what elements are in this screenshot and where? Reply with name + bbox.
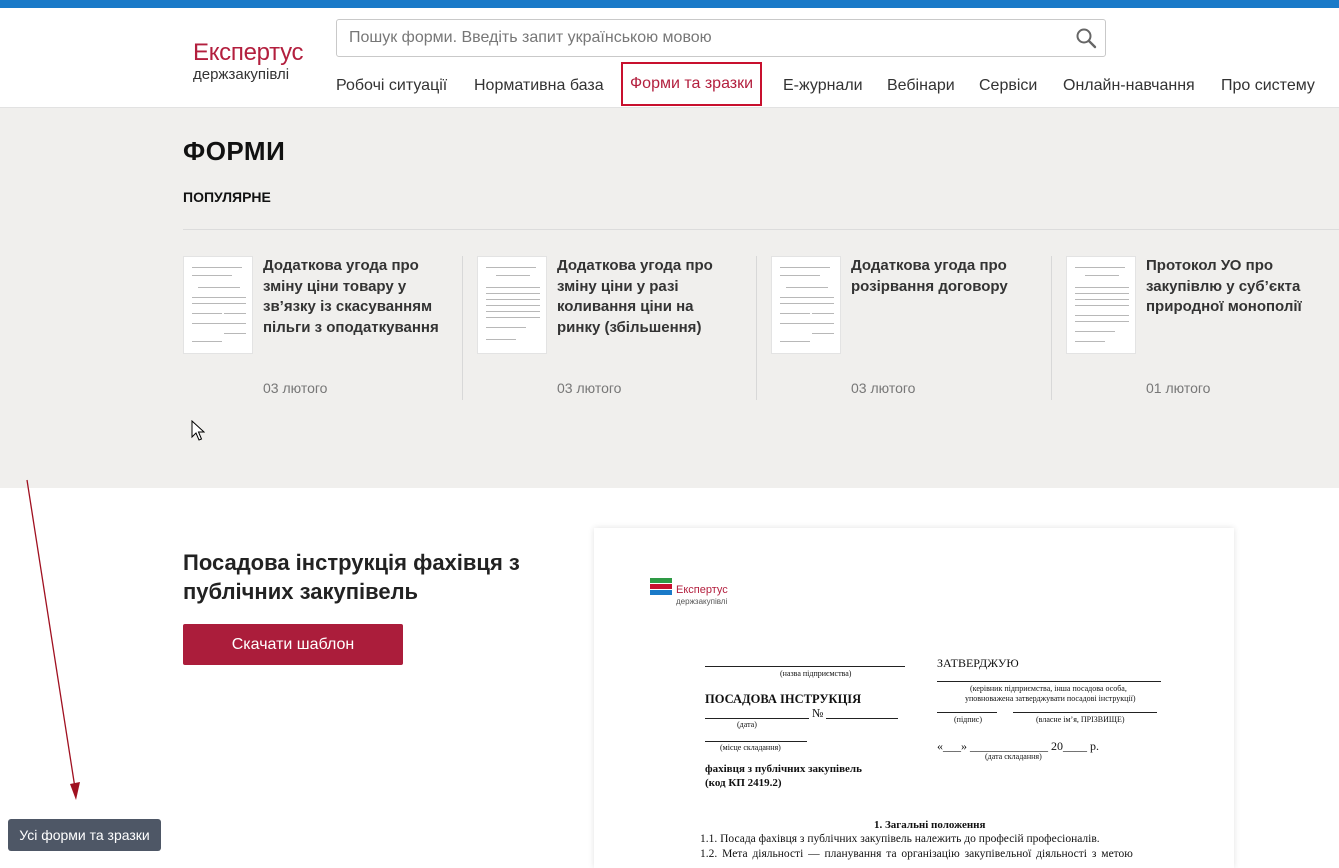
approve-label: ЗАТВЕРДЖУЮ xyxy=(937,656,1019,670)
paragraph-1-1: 1.1. Посада фахівця з публічних закупіве… xyxy=(700,833,1100,845)
position-code: (код КП 2419.2) xyxy=(705,777,782,789)
number-sign: № xyxy=(812,706,824,720)
place-line xyxy=(705,741,807,742)
company-caption: (назва підприємства) xyxy=(780,669,852,678)
preview-logo-sub: держзакупівлі xyxy=(676,597,728,606)
cards-top-divider xyxy=(183,229,1339,230)
preview-logo-main: Експертус xyxy=(676,584,728,596)
name-caption: (власне ім’я, ПРІЗВИЩЕ) xyxy=(1036,715,1125,724)
form-card-title[interactable]: Додаткова угода про зміну ціни товару у … xyxy=(263,256,443,338)
nav-item-about-system[interactable]: Про систему xyxy=(1221,64,1315,108)
form-card-date: 03 лютого xyxy=(557,380,622,396)
signature-caption: (підпис) xyxy=(954,715,983,724)
form-thumbnail[interactable] xyxy=(771,256,841,354)
name-line xyxy=(1013,712,1157,713)
form-card[interactable]: Протокол УО про закупівлю у суб’єкта при… xyxy=(1066,256,1336,400)
date-line xyxy=(705,718,809,719)
form-card-date: 03 лютого xyxy=(263,380,328,396)
form-thumbnail[interactable] xyxy=(1066,256,1136,354)
form-card-date: 03 лютого xyxy=(851,380,916,396)
signature-line xyxy=(937,712,997,713)
section-heading: 1. Загальні положення xyxy=(874,819,986,831)
mouse-cursor-icon xyxy=(191,420,205,441)
card-divider xyxy=(462,256,463,400)
form-thumbnail[interactable] xyxy=(477,256,547,354)
search-icon[interactable] xyxy=(1075,27,1097,49)
form-thumbnail[interactable] xyxy=(183,256,253,354)
annotation-arrow-icon xyxy=(26,479,80,800)
form-card[interactable]: Додаткова угода про розірвання договору … xyxy=(771,256,1041,400)
card-divider xyxy=(1051,256,1052,400)
date-caption: (дата) xyxy=(737,720,757,729)
number-line xyxy=(826,718,898,719)
form-card-title[interactable]: Протокол УО про закупівлю у суб’єкта при… xyxy=(1146,256,1326,318)
logo-sub-text: держзакупівлі xyxy=(193,66,290,83)
document-preview: Експертус держзакупівлі (назва підприємс… xyxy=(594,528,1234,868)
company-line xyxy=(705,666,905,667)
download-template-button[interactable]: Скачати шаблон xyxy=(183,624,403,665)
place-caption: (місце складання) xyxy=(720,743,781,752)
document-title: Посадова інструкція фахівця з публічних … xyxy=(183,550,520,604)
forms-heading: ФОРМИ xyxy=(183,136,286,166)
nav-item-webinars[interactable]: Вебінари xyxy=(887,64,955,108)
form-card[interactable]: Додаткова угода про зміну ціни товару у … xyxy=(183,256,453,400)
position-title: фахівця з публічних закупівель xyxy=(705,763,862,775)
paragraph-1-2: 1.2. Мета діяльності — планування та орг… xyxy=(700,848,1133,860)
date-compiled-caption: (дата складання) xyxy=(985,752,1042,761)
logo-main-text: Експертус xyxy=(193,39,304,66)
site-header: Експертус держзакупівлі Робочі ситуації … xyxy=(0,8,1339,108)
head-caption-2: уповноважена затверджувати посадові інст… xyxy=(965,694,1136,703)
nav-item-e-journals[interactable]: Е-журнали xyxy=(783,64,863,108)
popular-heading: ПОПУЛЯРНЕ xyxy=(183,189,271,205)
head-line xyxy=(937,681,1161,682)
nav-item-regulatory-base[interactable]: Нормативна база xyxy=(474,64,604,108)
all-forms-button[interactable]: Усі форми та зразки xyxy=(8,819,161,851)
form-card-title[interactable]: Додаткова угода про зміну ціни у разі ко… xyxy=(557,256,737,338)
form-card-date: 01 лютого xyxy=(1146,380,1211,396)
form-card[interactable]: Додаткова угода про зміну ціни у разі ко… xyxy=(477,256,747,400)
search-box xyxy=(336,19,1106,57)
nav-item-services[interactable]: Сервіси xyxy=(979,64,1037,108)
card-divider xyxy=(756,256,757,400)
head-caption-1: (керівник підприємства, інша посадова ос… xyxy=(970,684,1127,693)
nav-item-online-learning[interactable]: Онлайн-навчання xyxy=(1063,64,1195,108)
form-card-title[interactable]: Додаткова угода про розірвання договору xyxy=(851,256,1031,297)
search-input[interactable] xyxy=(349,28,1049,48)
doc-name: ПОСАДОВА ІНСТРУКЦІЯ xyxy=(705,692,862,706)
nav-item-forms-and-samples[interactable]: Форми та зразки xyxy=(621,62,763,106)
site-logo[interactable]: Експертус держзакупівлі xyxy=(193,40,308,84)
nav-item-work-situations[interactable]: Робочі ситуації xyxy=(336,64,447,108)
preview-logo-icon xyxy=(650,578,672,596)
top-accent-bar xyxy=(0,0,1339,8)
